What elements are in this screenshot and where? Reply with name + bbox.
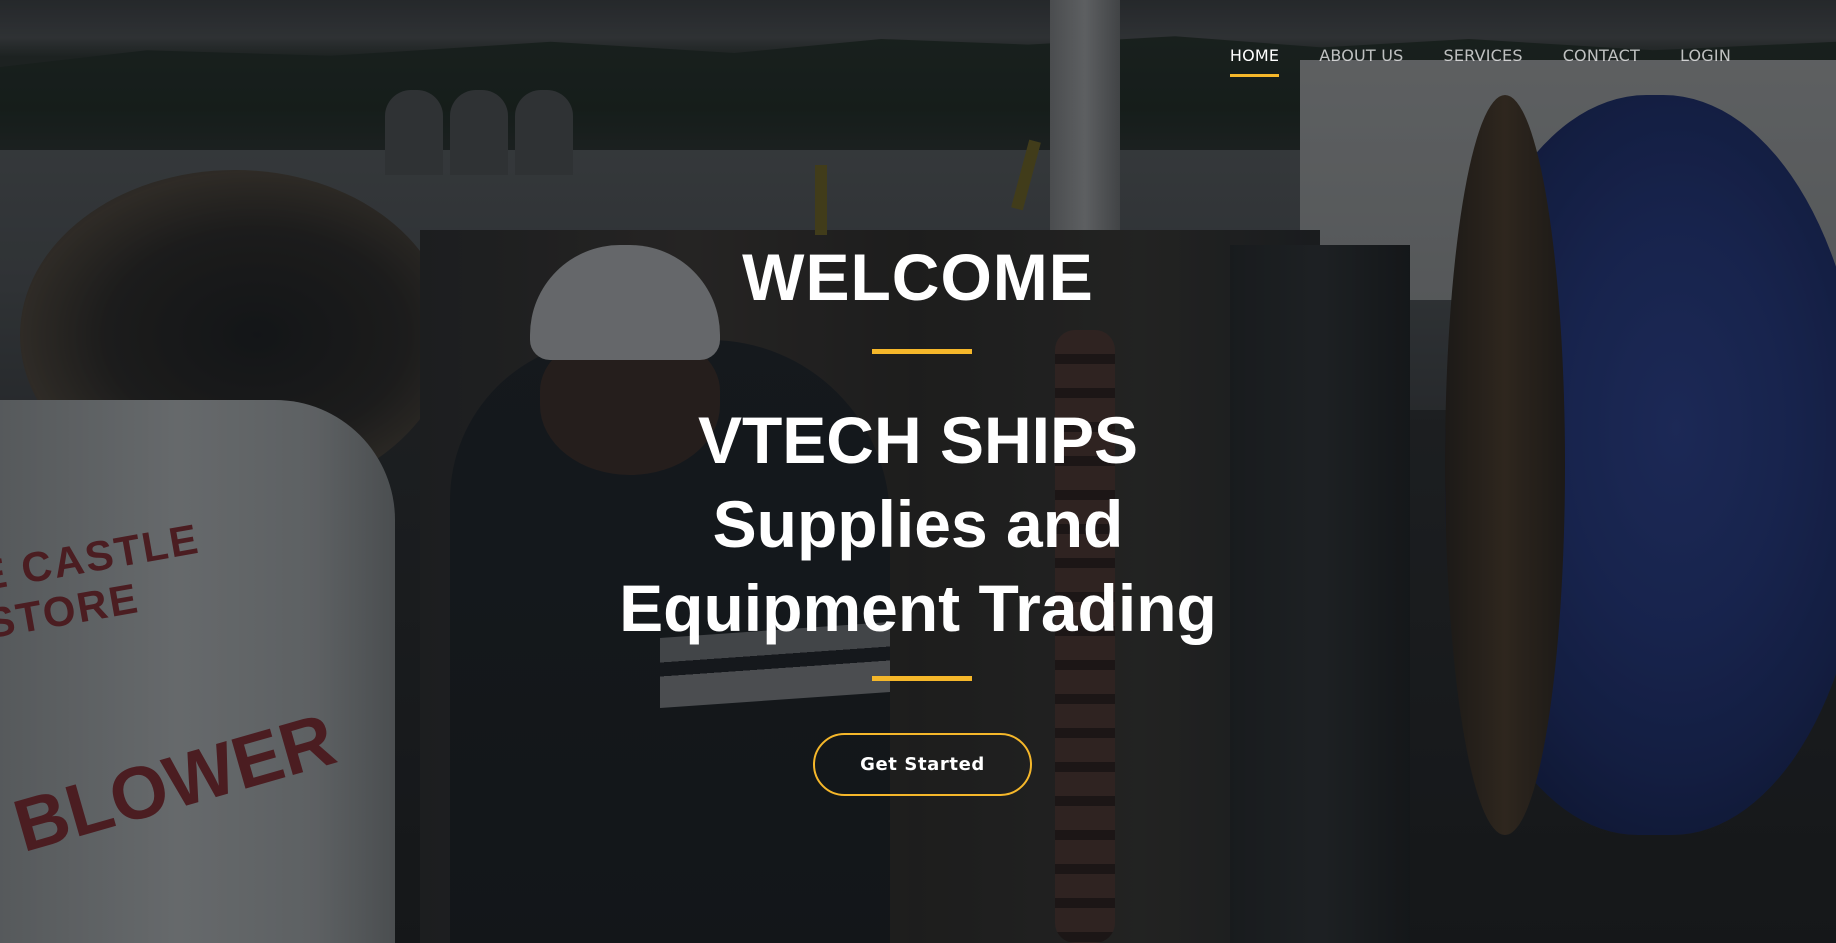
divider-bottom [872,676,972,681]
get-started-button[interactable]: Get Started [813,733,1032,796]
nav-login[interactable]: LOGIN [1680,46,1731,77]
nav-services[interactable]: SERVICES [1443,46,1522,77]
nav-about-us[interactable]: ABOUT US [1319,46,1403,77]
welcome-heading: WELCOME [742,240,1094,314]
company-title-line-3: Equipment Trading [619,571,1217,645]
nav-contact[interactable]: CONTACT [1563,46,1640,77]
company-title-line-2: Supplies and [712,487,1124,561]
divider-top [872,349,972,354]
company-title: VTECH SHIPS Supplies and Equipment Tradi… [0,398,1836,650]
nav-home[interactable]: HOME [1229,46,1280,77]
company-title-line-1: VTECH SHIPS [697,403,1139,477]
main-navigation: HOME ABOUT US SERVICES CONTACT LOGIN [1229,46,1731,77]
